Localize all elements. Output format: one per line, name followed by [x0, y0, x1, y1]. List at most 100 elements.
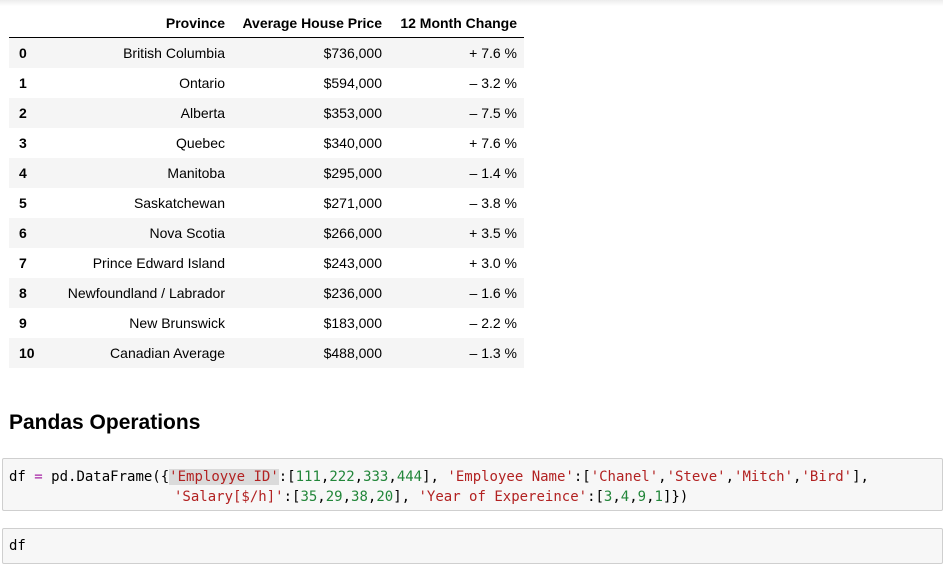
code-token: 38	[351, 489, 368, 505]
row-index: 3	[19, 134, 27, 151]
code-line-2-content: 'Salary[$/h]':[35,29,38,20], 'Year of Ex…	[174, 489, 688, 505]
code-token: df	[9, 469, 35, 485]
row-index: 7	[19, 254, 27, 271]
code-token: 'Salary[$/h]'	[174, 489, 284, 505]
code-token: 'Employye ID'	[169, 469, 279, 485]
change-cell: + 7.6 %	[469, 134, 517, 151]
code-token: ],	[852, 469, 869, 485]
average-house-price-header: Average House Price	[232, 8, 389, 38]
code-token: ,	[612, 489, 621, 505]
table-row: 10 Canadian Average $488,000 – 1.3 %	[9, 337, 524, 368]
code-token: ,	[388, 469, 397, 485]
code-token: ],	[393, 489, 419, 505]
province-cell: Alberta	[180, 104, 225, 121]
province-cell: Ontario	[179, 74, 225, 91]
index-header	[9, 8, 48, 38]
code-token: 222	[329, 469, 355, 485]
code-token: 'Year of Expereince'	[418, 489, 588, 505]
province-cell: New Brunswick	[129, 314, 225, 331]
code-token: ,	[342, 489, 352, 505]
price-cell: $340,000	[323, 134, 382, 151]
code-token: ,	[317, 489, 326, 505]
change-cell: + 3.0 %	[469, 254, 517, 271]
price-cell: $243,000	[323, 254, 382, 271]
code-cell-dataframe[interactable]: df = pd.DataFrame({'Employye ID':[111,22…	[2, 458, 943, 511]
code-token: ,	[629, 489, 638, 505]
row-index: 0	[19, 44, 27, 61]
code-token: 333	[363, 469, 389, 485]
province-cell: Nova Scotia	[149, 224, 225, 241]
province-cell: Manitoba	[167, 164, 225, 181]
code-token: 4	[620, 489, 630, 505]
price-cell: $488,000	[323, 344, 382, 361]
price-cell: $736,000	[323, 44, 382, 61]
price-cell: $266,000	[323, 224, 382, 241]
table-row: 9 New Brunswick $183,000 – 2.2 %	[9, 308, 524, 338]
change-cell: – 3.8 %	[469, 194, 517, 211]
price-cell: $236,000	[323, 284, 382, 301]
table-row: 2 Alberta $353,000 – 7.5 %	[9, 97, 524, 128]
table-row: 5 Saskatchewan $271,000 – 3.8 %	[9, 188, 524, 218]
code-token: 'Mitch'	[734, 469, 794, 485]
row-index: 2	[19, 104, 27, 121]
change-cell: + 7.6 %	[469, 44, 517, 61]
code-token: pd.DataFrame({	[42, 469, 170, 485]
change-cell: + 3.5 %	[469, 224, 517, 241]
table-row: 0 British Columbia $736,000 + 7.6 %	[9, 37, 524, 68]
code-token: :[	[573, 469, 591, 485]
price-cell: $594,000	[323, 74, 382, 91]
table-row: 4 Manitoba $295,000 – 1.4 %	[9, 157, 524, 188]
12-month-change-header: 12 Month Change	[389, 8, 524, 38]
code-token: ,	[725, 469, 735, 485]
code-cell-df[interactable]: df	[2, 528, 943, 564]
province-cell: Newfoundland / Labrador	[67, 284, 225, 301]
section-heading: Pandas Operations	[9, 411, 201, 434]
dataframe-table: Province Average House Price 12 Month Ch…	[9, 8, 524, 368]
top-edge-shadow	[0, 0, 943, 6]
code-token: ,	[658, 469, 667, 485]
table-row: 1 Ontario $594,000 – 3.2 %	[9, 68, 524, 98]
price-cell: $271,000	[323, 194, 382, 211]
table-row: 8 Newfoundland / Labrador $236,000 – 1.6 %	[9, 277, 524, 308]
change-cell: – 1.3 %	[469, 344, 517, 361]
change-cell: – 1.6 %	[469, 284, 517, 301]
province-cell: Quebec	[175, 134, 225, 151]
price-cell: $295,000	[323, 164, 382, 181]
code-line-2: 'Salary[$/h]':[35,29,38,20], 'Year of Ex…	[9, 487, 936, 507]
table-row: 6 Nova Scotia $266,000 + 3.5 %	[9, 217, 524, 248]
price-cell: $353,000	[323, 104, 382, 121]
row-index: 4	[19, 164, 27, 181]
code-token: 'Chanel'	[590, 469, 659, 485]
province-cell: Saskatchewan	[133, 194, 225, 211]
change-cell: – 7.5 %	[469, 104, 517, 121]
code-line-df: df	[9, 538, 26, 554]
table-row: 3 Quebec $340,000 + 7.6 %	[9, 128, 524, 158]
province-cell: Canadian Average	[110, 344, 225, 361]
table-body: 0 British Columbia $736,000 + 7.6 % 1 Ontario…	[9, 37, 524, 368]
province-cell: Prince Edward Island	[92, 254, 225, 271]
code-token: :[	[278, 469, 296, 485]
code-token: 20	[376, 489, 394, 505]
code-token: :[	[283, 489, 301, 505]
row-index: 10	[19, 344, 35, 361]
code-token: 29	[325, 489, 343, 505]
row-index: 5	[19, 194, 27, 211]
table-row: 7 Prince Edward Island $243,000 + 3.0 %	[9, 248, 524, 278]
change-cell: – 1.4 %	[469, 164, 517, 181]
code-token: 1	[654, 489, 663, 505]
code-token: 'Employee Name'	[447, 469, 574, 485]
code-token: 'Steve'	[666, 469, 726, 485]
row-index: 9	[19, 314, 27, 331]
code-token: ,	[646, 489, 655, 505]
code-token: ,	[354, 469, 364, 485]
code-token: 35	[300, 489, 318, 505]
code-token: ],	[422, 469, 448, 485]
price-cell: $183,000	[323, 314, 382, 331]
province-cell: British Columbia	[123, 44, 225, 61]
province-header: Province	[48, 8, 232, 38]
change-cell: – 3.2 %	[469, 74, 517, 91]
code-token: 444	[396, 469, 423, 485]
change-cell: – 2.2 %	[469, 314, 517, 331]
code-token: ]})	[662, 489, 689, 505]
code-line-1: df = pd.DataFrame({'Employye ID':[111,22…	[9, 467, 936, 487]
